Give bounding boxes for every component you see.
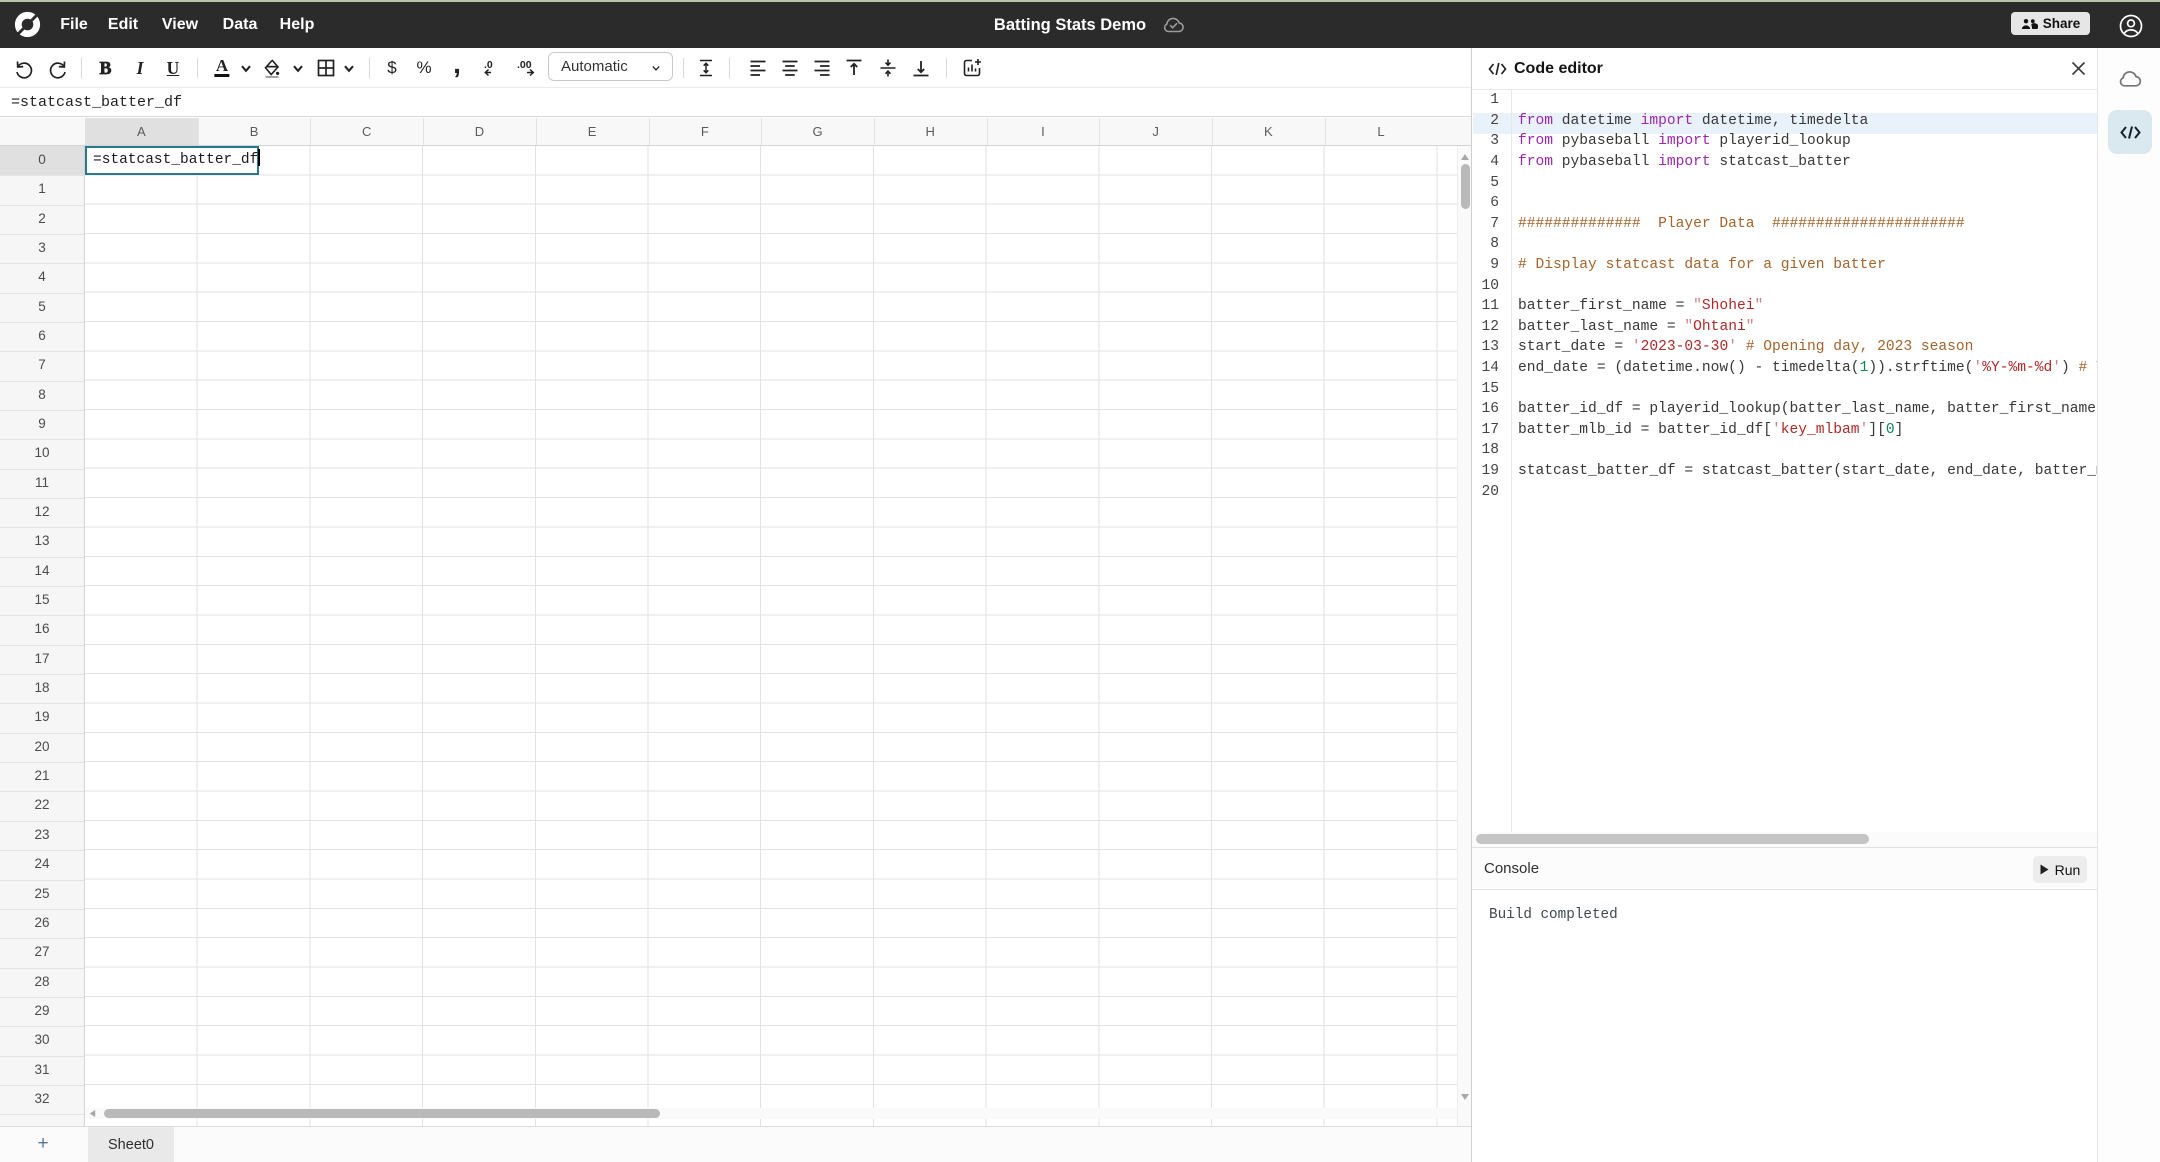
svg-text:.00: .00	[517, 59, 532, 71]
svg-text:.0: .0	[484, 59, 493, 71]
